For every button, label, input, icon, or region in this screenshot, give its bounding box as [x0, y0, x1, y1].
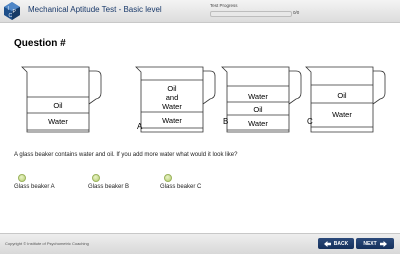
progress-count: 0/0: [293, 10, 300, 15]
beaker-b-layer-water-bottom: Water: [248, 119, 268, 128]
app-footer: Copyright © Institute of Psychometric Co…: [0, 233, 400, 254]
beaker-a-letter: A: [137, 122, 143, 131]
beaker-b-layer-water-top: Water: [248, 92, 268, 101]
option-label: Glass beaker B: [88, 184, 130, 190]
next-button-label: NEXT: [363, 240, 377, 247]
beaker-a-layer-water-mixed: Water: [162, 102, 182, 111]
question-text: A glass beaker contains water and oil. I…: [14, 152, 238, 158]
arrow-left-icon: [323, 240, 331, 247]
next-button[interactable]: NEXT: [356, 238, 394, 249]
radio-button[interactable]: [164, 174, 172, 182]
option-label: Glass beaker A: [14, 184, 55, 190]
beaker-c-layer-water: Water: [332, 110, 352, 119]
question-title: Question #: [14, 38, 66, 49]
beaker-a: Oil and Water Water A: [135, 66, 216, 133]
app-header: I P C Mechanical Aptitude Test - Basic l…: [0, 0, 400, 23]
progress-bar: [210, 11, 292, 17]
beaker-a-layer-oil: Oil: [167, 84, 177, 93]
beaker-original-layer-oil: Oil: [53, 101, 63, 110]
option-label: Glass beaker C: [160, 184, 202, 190]
beaker-b: Water Oil Water B: [221, 66, 302, 133]
beaker-a-layer-water: Water: [162, 116, 182, 125]
radio-button[interactable]: [18, 174, 26, 182]
beaker-c-layer-oil: Oil: [337, 91, 347, 100]
back-button[interactable]: BACK: [318, 238, 354, 249]
beaker-original-layer-water: Water: [48, 117, 68, 126]
svg-text:I: I: [8, 6, 9, 12]
beakers-figure: Oil Water Oil and Water Water A Water Oi…: [21, 66, 386, 133]
progress-label: Test Progress: [210, 3, 238, 8]
beaker-c: Oil Water C: [305, 66, 386, 133]
beaker-b-letter: B: [223, 117, 228, 126]
svg-text:C: C: [9, 13, 13, 19]
copyright: Copyright © Institute of Psychometric Co…: [5, 241, 89, 246]
radio-button[interactable]: [92, 174, 100, 182]
beaker-original: Oil Water: [21, 66, 102, 133]
beaker-a-layer-and: and: [166, 93, 179, 102]
arrow-right-icon: [379, 240, 387, 247]
app-title: Mechanical Aptitude Test - Basic level: [28, 5, 162, 14]
ipc-logo-icon: I P C: [4, 2, 20, 20]
beaker-c-letter: C: [307, 117, 313, 126]
beaker-b-layer-oil: Oil: [253, 105, 263, 114]
back-button-label: BACK: [333, 240, 349, 247]
